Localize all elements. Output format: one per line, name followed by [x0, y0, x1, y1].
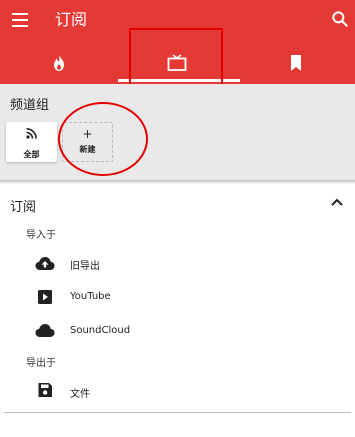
import-item-label[interactable]: SoundCloud — [70, 325, 130, 336]
tab-bookmarks[interactable] — [237, 44, 355, 82]
divider — [4, 412, 351, 413]
bookmark-icon — [291, 55, 301, 71]
import-item-label[interactable]: YouTube — [70, 291, 111, 302]
channel-group-title: 频道组 — [10, 98, 50, 113]
chevron-up-icon[interactable] — [331, 198, 343, 206]
tab-trending[interactable] — [0, 44, 118, 82]
annotation-circle — [58, 102, 148, 176]
youtube-play-icon[interactable] — [35, 289, 55, 305]
search-icon[interactable] — [330, 9, 350, 29]
page-title: 订阅 — [55, 10, 88, 29]
save-icon[interactable] — [35, 382, 55, 398]
export-header: 导出于 — [26, 358, 56, 369]
export-item-label[interactable]: 文件 — [70, 385, 90, 400]
rss-icon — [26, 128, 37, 139]
cloud-icon[interactable] — [35, 322, 55, 338]
divider — [0, 180, 355, 184]
annotation-rectangle — [129, 28, 223, 86]
fire-icon — [54, 55, 64, 71]
import-item-label[interactable]: 旧导出 — [70, 257, 100, 272]
channel-group-all[interactable]: 全部 — [6, 122, 57, 162]
subscriptions-title: 订阅 — [10, 200, 37, 215]
import-header: 导入于 — [26, 230, 56, 241]
cloud-upload-icon[interactable] — [35, 255, 55, 271]
channel-group-all-label: 全部 — [23, 150, 40, 159]
menu-icon[interactable] — [12, 13, 28, 27]
